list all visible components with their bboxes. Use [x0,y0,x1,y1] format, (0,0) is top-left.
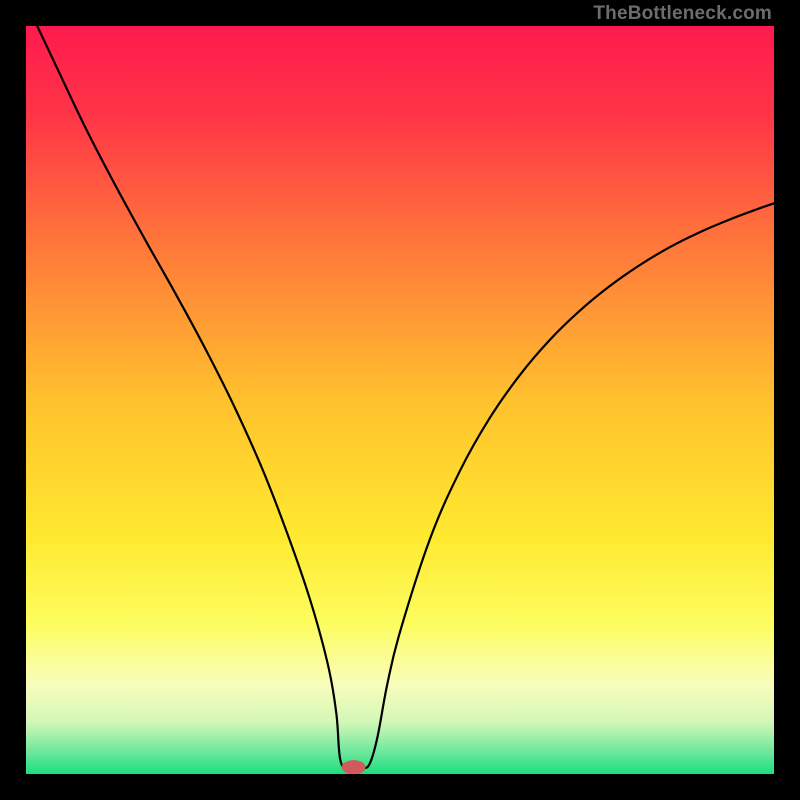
plot-area [26,26,774,774]
gradient-background [26,26,774,774]
chart-frame: TheBottleneck.com [0,0,800,800]
watermark-text: TheBottleneck.com [593,4,772,23]
bottleneck-chart [26,26,774,774]
min-marker [342,760,366,774]
